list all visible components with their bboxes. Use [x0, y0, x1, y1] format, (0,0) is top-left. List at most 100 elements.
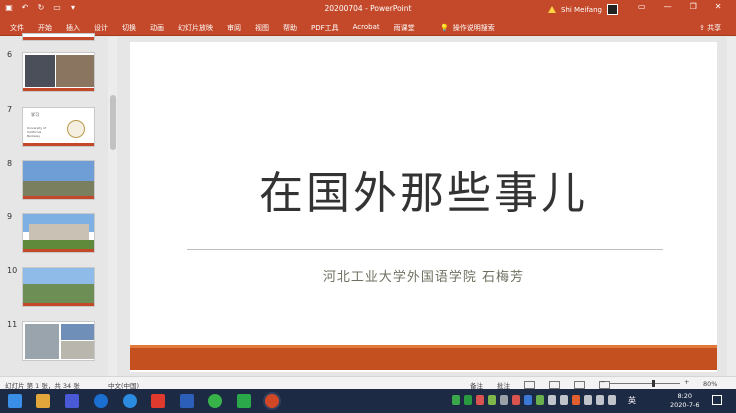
tray-icon[interactable]	[476, 395, 484, 405]
ribbon-display-icon[interactable]: ▭	[638, 2, 646, 11]
clock-date: 2020-7-6	[670, 401, 700, 409]
thumb-number: 7	[7, 105, 13, 114]
thumb-number: 10	[7, 266, 18, 275]
tab-acrobat[interactable]: Acrobat	[353, 23, 380, 33]
tab-review[interactable]: 审阅	[227, 23, 241, 33]
tab-help[interactable]: 帮助	[283, 23, 297, 33]
tray-icon[interactable]	[512, 395, 520, 405]
clock[interactable]: 8:20 2020-7-6	[670, 392, 700, 410]
slide-divider	[187, 249, 663, 250]
user-name: Shi Meifang	[561, 5, 602, 14]
tray-icon[interactable]	[452, 395, 460, 405]
tab-view[interactable]: 视图	[255, 23, 269, 33]
lightbulb-icon: 💡	[440, 24, 449, 32]
avatar[interactable]	[606, 4, 618, 15]
restore-button[interactable]: ❐	[690, 2, 697, 11]
thumb-band	[23, 88, 94, 91]
thumb-photo	[25, 55, 55, 87]
edge-icon[interactable]	[94, 394, 108, 408]
tab-rain-classroom[interactable]: 雨课堂	[394, 23, 415, 33]
powerpoint-icon[interactable]	[265, 394, 279, 408]
share-icon: ⇪	[699, 24, 705, 32]
slide-title[interactable]: 在国外那些事儿	[130, 157, 717, 221]
zoom-knob[interactable]	[652, 380, 655, 387]
thumb-band	[23, 249, 94, 252]
thumb-photo	[61, 324, 94, 340]
thumbnail-scroll-thumb[interactable]	[110, 95, 116, 150]
app-icon[interactable]	[237, 394, 251, 408]
word-icon[interactable]	[180, 394, 194, 408]
ribbon: 文件 开始 插入 设计 切换 动画 幻灯片放映 审阅 视图 帮助 PDF工具 A…	[0, 19, 736, 36]
slide-scrollbar[interactable]	[727, 37, 736, 376]
thumb-photo	[56, 55, 94, 87]
tab-design[interactable]: 设计	[94, 23, 108, 33]
tab-animations[interactable]: 动画	[150, 23, 164, 33]
slide-thumbnail-11[interactable]	[22, 321, 95, 361]
network-icon[interactable]	[608, 395, 616, 405]
thumb-building	[29, 224, 89, 240]
zoom-percent[interactable]: 80%	[703, 380, 717, 388]
close-button[interactable]: ✕	[715, 2, 722, 11]
tray-icon[interactable]	[548, 395, 556, 405]
warning-icon	[548, 6, 556, 13]
slide-thumbnail-5[interactable]	[22, 33, 95, 41]
thumb-number: 11	[7, 320, 18, 329]
tab-slideshow[interactable]: 幻灯片放映	[178, 23, 213, 33]
slide-sorter-button[interactable]	[549, 381, 560, 389]
ime-indicator[interactable]: 英	[628, 395, 636, 406]
pdf-reader-icon[interactable]	[151, 394, 165, 408]
title-bar: ▣ ↶ ↻ ▭ ▾ 20200704 - PowerPoint Shi Meif…	[0, 0, 736, 19]
tab-insert[interactable]: 插入	[66, 23, 80, 33]
slide-thumbnail-10[interactable]	[22, 267, 95, 307]
notifications-icon[interactable]	[712, 395, 722, 405]
thumb-number: 9	[7, 212, 13, 221]
file-explorer-icon[interactable]	[36, 394, 50, 408]
user-account[interactable]: Shi Meifang	[548, 4, 618, 15]
system-tray	[452, 395, 616, 405]
thumb-label: 学习	[31, 112, 39, 117]
tray-icon[interactable]	[488, 395, 496, 405]
tray-icon[interactable]	[464, 395, 472, 405]
slide-thumbnail-8[interactable]	[22, 160, 95, 200]
tell-me-search[interactable]: 💡 操作说明搜索	[440, 23, 495, 33]
zoom-slider[interactable]: − +	[600, 378, 690, 387]
zoom-track[interactable]	[610, 383, 680, 384]
volume-icon[interactable]	[596, 395, 604, 405]
tray-icon[interactable]	[524, 395, 532, 405]
share-label: 共享	[707, 24, 722, 32]
tab-file[interactable]: 文件	[10, 23, 24, 33]
tray-icon[interactable]	[500, 395, 508, 405]
tray-icon[interactable]	[572, 395, 580, 405]
tab-pdf-tools[interactable]: PDF工具	[311, 23, 339, 33]
thumbnail-scrollbar[interactable]	[108, 37, 117, 376]
internet-explorer-icon[interactable]	[123, 394, 137, 408]
thumb-ground	[23, 284, 94, 305]
current-slide[interactable]: 在国外那些事儿 河北工业大学外国语学院 石梅芳	[130, 42, 717, 372]
thumb-sky	[23, 268, 94, 284]
thumb-sublabel: University of California Berkeley	[27, 126, 46, 138]
window-title: 20200704 - PowerPoint	[324, 4, 412, 13]
windows-start-icon[interactable]	[8, 394, 22, 408]
zoom-out-icon[interactable]: −	[600, 378, 605, 386]
slide-thumbnail-9[interactable]	[22, 213, 95, 253]
tab-home[interactable]: 开始	[38, 23, 52, 33]
tab-transitions[interactable]: 切换	[122, 23, 136, 33]
minimize-button[interactable]: —	[664, 2, 672, 11]
battery-icon[interactable]	[584, 395, 592, 405]
zoom-in-icon[interactable]: +	[684, 378, 689, 386]
app-icon[interactable]	[65, 394, 79, 408]
slide-subtitle[interactable]: 河北工业大学外国语学院 石梅芳	[130, 266, 717, 285]
tray-icon[interactable]	[536, 395, 544, 405]
tray-icon[interactable]	[560, 395, 568, 405]
thumbnail-pane: 6 7 学习 University of California Berkeley…	[0, 33, 117, 376]
share-button[interactable]: ⇪ 共享	[699, 23, 721, 33]
window-controls: ▭ — ❐ ✕	[638, 2, 721, 11]
slide-thumbnail-7[interactable]: 学习 University of California Berkeley	[22, 107, 95, 147]
reading-view-button[interactable]	[574, 381, 585, 389]
thumb-photo	[25, 324, 59, 359]
slide-thumbnail-6[interactable]	[22, 52, 95, 92]
seal-icon	[67, 120, 85, 138]
normal-view-button[interactable]	[524, 381, 535, 389]
wechat-icon[interactable]	[208, 394, 222, 408]
windows-taskbar: 英 8:20 2020-7-6	[0, 389, 736, 413]
